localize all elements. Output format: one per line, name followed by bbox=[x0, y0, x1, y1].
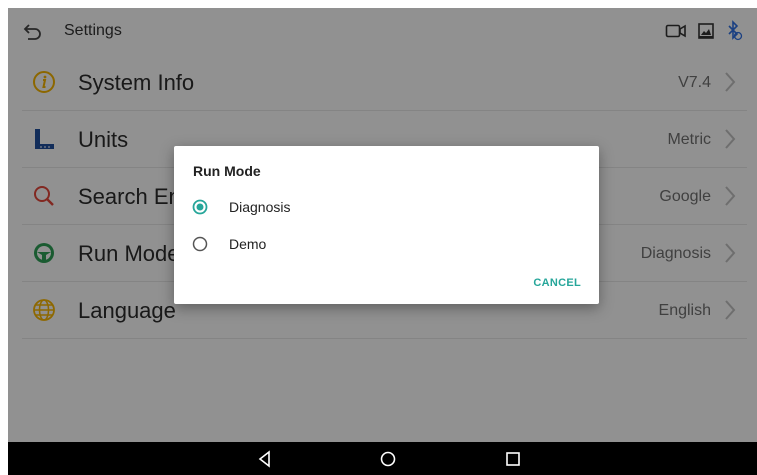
cancel-button[interactable]: CANCEL bbox=[533, 277, 581, 289]
system-nav-bar bbox=[8, 442, 757, 475]
nav-recents-icon[interactable] bbox=[503, 449, 523, 469]
run-mode-dialog: Run Mode Diagnosis Demo CANCEL bbox=[174, 146, 599, 304]
nav-home-icon[interactable] bbox=[378, 449, 398, 469]
radio-selected-icon[interactable] bbox=[192, 199, 208, 215]
option-diagnosis[interactable]: Diagnosis bbox=[192, 195, 492, 219]
radio-unselected-icon[interactable] bbox=[192, 236, 208, 252]
nav-back-icon[interactable] bbox=[255, 449, 275, 469]
dialog-title: Run Mode bbox=[193, 163, 261, 179]
option-label: Diagnosis bbox=[229, 199, 291, 215]
option-label: Demo bbox=[229, 236, 267, 252]
option-demo[interactable]: Demo bbox=[192, 232, 492, 256]
